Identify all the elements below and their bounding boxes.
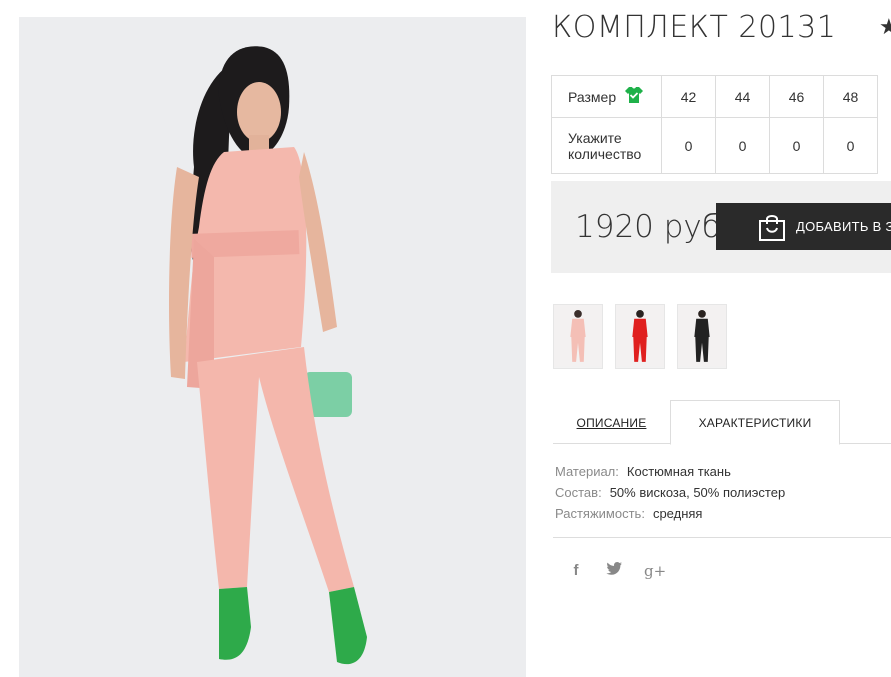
product-price: 1920 руб	[575, 209, 721, 245]
characteristic-row: Материал: Костюмная ткань	[555, 461, 785, 482]
size-option-44[interactable]: 44	[715, 75, 770, 118]
characteristics-list: Материал: Костюмная ткань Состав: 50% ви…	[555, 461, 785, 524]
characteristic-row: Состав: 50% вискоза, 50% полиэстер	[555, 482, 785, 503]
tab-characteristics[interactable]: ХАРАКТЕРИСТИКИ	[670, 400, 840, 445]
thumbnail-red[interactable]	[615, 304, 665, 369]
size-option-46[interactable]: 46	[769, 75, 824, 118]
facebook-icon[interactable]: f	[568, 562, 584, 580]
product-main-image[interactable]	[19, 17, 526, 677]
quantity-label-line1: Укажите	[568, 129, 622, 146]
quantity-label-line2: количество	[568, 145, 642, 162]
size-option-48[interactable]: 48	[823, 75, 878, 118]
add-to-cart-button[interactable]: ДОБАВИТЬ В ЗА	[716, 203, 891, 250]
price-panel: 1920 руб ДОБАВИТЬ В ЗА	[551, 181, 891, 273]
quantity-input-48[interactable]: 0	[823, 117, 878, 174]
size-row: Размер 42 44 46 48	[551, 75, 878, 118]
googleplus-icon[interactable]: g+	[644, 562, 666, 580]
twitter-icon[interactable]	[606, 562, 622, 580]
characteristic-key: Состав:	[555, 485, 602, 500]
thumbnail-black[interactable]	[677, 304, 727, 369]
product-tabs: ОПИСАНИЕ ХАРАКТЕРИСТИКИ	[553, 400, 891, 445]
quantity-input-42[interactable]: 0	[661, 117, 716, 174]
characteristic-value: Костюмная ткань	[626, 464, 731, 479]
characteristic-row: Растяжимость: средняя	[555, 503, 785, 524]
thumbnail-gallery	[553, 304, 727, 369]
size-label: Размер	[568, 88, 617, 105]
quantity-label-cell: Укажите количество	[551, 117, 662, 174]
size-table: Размер 42 44 46 48 Укажите количество 0 …	[551, 75, 878, 174]
star-icon[interactable]: ★	[879, 14, 891, 40]
social-share: f g+	[568, 562, 666, 580]
tab-description[interactable]: ОПИСАНИЕ	[553, 400, 670, 445]
characteristic-value: 50% вискоза, 50% полиэстер	[609, 485, 786, 500]
shopping-bag-icon	[758, 212, 786, 245]
divider	[553, 537, 891, 538]
add-to-cart-label: ДОБАВИТЬ В ЗА	[796, 219, 891, 234]
quantity-row: Укажите количество 0 0 0 0	[551, 117, 878, 174]
product-title: КОМПЛЕКТ 20131	[552, 10, 837, 45]
shirt-check-icon[interactable]	[624, 86, 644, 107]
characteristic-key: Растяжимость:	[555, 506, 645, 521]
quantity-input-46[interactable]: 0	[769, 117, 824, 174]
size-label-cell: Размер	[551, 75, 662, 118]
thumbnail-pink[interactable]	[553, 304, 603, 369]
quantity-input-44[interactable]: 0	[715, 117, 770, 174]
characteristic-value: средняя	[652, 506, 703, 521]
size-option-42[interactable]: 42	[661, 75, 716, 118]
characteristic-key: Материал:	[555, 464, 619, 479]
